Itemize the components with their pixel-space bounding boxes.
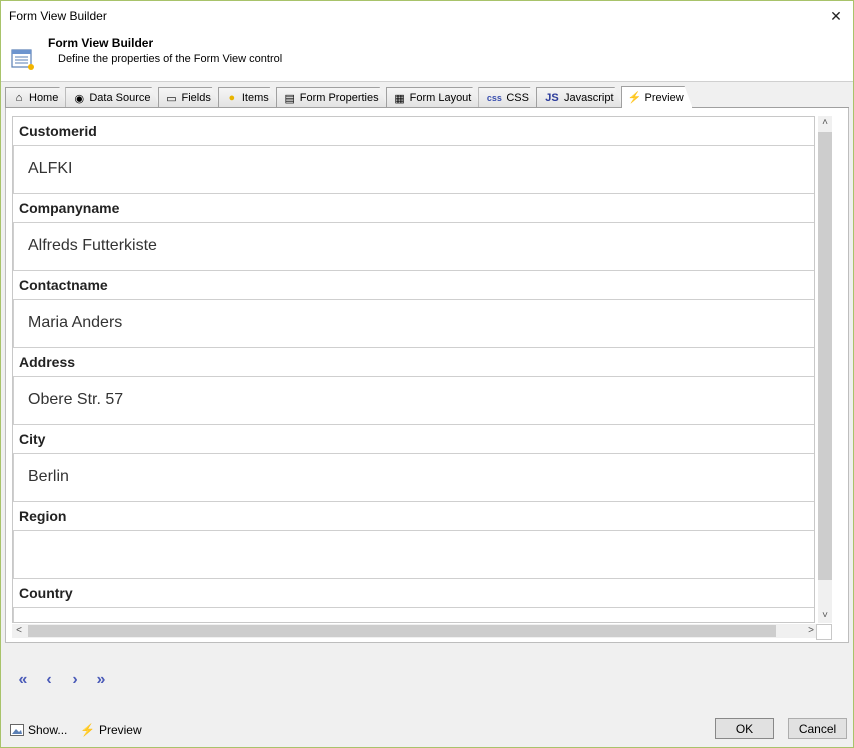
horizontal-scrollbar[interactable]: < >: [12, 624, 818, 638]
vertical-scroll-thumb[interactable]: [818, 132, 832, 580]
tab-label: Data Source: [89, 92, 151, 104]
tab-strip: ⌂ Home ◉ Data Source ▭ Fields ● Items ▤ Form …: [5, 87, 691, 108]
tab-form-properties[interactable]: ▤ Form Properties: [276, 87, 388, 108]
field-value[interactable]: Obere Str. 57: [13, 376, 814, 425]
field-value[interactable]: ALFKI: [13, 145, 814, 194]
horizontal-scroll-thumb[interactable]: [28, 625, 776, 637]
previous-record-icon[interactable]: ‹: [41, 671, 57, 689]
preview-panel: Customerid ALFKI Companyname Alfreds Fut…: [5, 108, 849, 643]
form-field-country: Country: [13, 579, 814, 622]
form-builder-icon: [11, 49, 34, 70]
dialog-footer: Show... ⚡ Preview OK Cancel: [1, 717, 853, 747]
field-label: City: [19, 431, 46, 447]
form-properties-icon: ▤: [284, 92, 295, 105]
scroll-down-icon[interactable]: ˅: [818, 609, 832, 623]
tab-css[interactable]: css CSS: [478, 87, 538, 108]
next-record-icon[interactable]: ›: [67, 671, 83, 689]
show-button[interactable]: Show...: [10, 723, 67, 737]
form-field-region: Region: [13, 502, 814, 579]
dialog-header: Form View Builder Define the properties …: [1, 31, 853, 82]
field-label: Region: [19, 508, 67, 524]
js-icon: JS: [545, 92, 559, 104]
form-preview-viewport[interactable]: Customerid ALFKI Companyname Alfreds Fut…: [12, 116, 815, 623]
item-icon: ●: [228, 92, 236, 104]
tab-label: Home: [29, 92, 59, 104]
preview-button[interactable]: ⚡ Preview: [80, 723, 142, 737]
field-value[interactable]: [13, 607, 814, 622]
scroll-left-icon[interactable]: <: [12, 624, 26, 638]
tab-javascript[interactable]: JS Javascript: [536, 87, 623, 108]
header-subtitle: Define the properties of the Form View c…: [58, 53, 283, 65]
field-value[interactable]: Maria Anders: [13, 299, 814, 348]
field-label: Address: [19, 354, 76, 370]
form-field-companyname: Companyname Alfreds Futterkiste: [13, 194, 814, 271]
title-bar: Form View Builder ✕: [1, 1, 853, 31]
tab-label: Fields: [181, 92, 211, 104]
field-icon: ▭: [166, 92, 177, 105]
form-field-customerid: Customerid ALFKI: [13, 117, 814, 194]
field-label: Customerid: [19, 123, 97, 139]
image-icon: [10, 724, 24, 736]
window-title: Form View Builder: [9, 9, 107, 23]
scroll-up-icon[interactable]: ˄: [818, 116, 832, 130]
field-label: Companyname: [19, 200, 120, 216]
tab-form-layout[interactable]: ▦ Form Layout: [386, 87, 481, 108]
field-label: Contactname: [19, 277, 108, 293]
tab-fields[interactable]: ▭ Fields: [158, 87, 220, 108]
home-icon: ⌂: [15, 92, 23, 104]
layout-icon: ▦: [394, 92, 405, 105]
database-icon: ◉: [74, 92, 85, 105]
tab-label: Form Properties: [299, 92, 379, 104]
preview-button-label: Preview: [98, 723, 142, 737]
form-view-builder-window: Form View Builder ✕ Form View Builder De…: [0, 0, 854, 748]
form-field-contactname: Contactname Maria Anders: [13, 271, 814, 348]
last-record-icon[interactable]: »: [93, 671, 109, 689]
tab-label: Items: [241, 92, 269, 104]
field-value[interactable]: [13, 530, 814, 579]
tab-label: Form Layout: [409, 92, 472, 104]
tab-items[interactable]: ● Items: [218, 87, 278, 108]
tab-label: Javascript: [563, 92, 614, 104]
ok-button[interactable]: OK: [715, 718, 774, 739]
header-title: Form View Builder: [48, 36, 154, 50]
lightning-icon: ⚡: [627, 92, 642, 104]
form-field-city: City Berlin: [13, 425, 814, 502]
tab-preview[interactable]: ⚡ Preview: [621, 86, 693, 108]
lightning-icon: ⚡: [80, 723, 95, 737]
close-icon[interactable]: ✕: [819, 1, 853, 31]
form-field-address: Address Obere Str. 57: [13, 348, 814, 425]
tab-label: Preview: [644, 91, 684, 104]
scroll-corner: [816, 624, 832, 640]
record-navigator: « ‹ › »: [15, 671, 109, 689]
tab-home[interactable]: ⌂ Home: [5, 87, 67, 108]
field-value[interactable]: Berlin: [13, 453, 814, 502]
field-value[interactable]: Alfreds Futterkiste: [13, 222, 814, 271]
css-icon: css: [486, 93, 502, 103]
field-label: Country: [19, 585, 73, 601]
tab-label: CSS: [506, 92, 529, 104]
vertical-scrollbar[interactable]: ˄ ˅: [818, 116, 832, 623]
tab-data-source[interactable]: ◉ Data Source: [65, 87, 159, 108]
first-record-icon[interactable]: «: [15, 671, 31, 689]
show-button-label: Show...: [28, 723, 68, 737]
cancel-button[interactable]: Cancel: [788, 718, 847, 739]
